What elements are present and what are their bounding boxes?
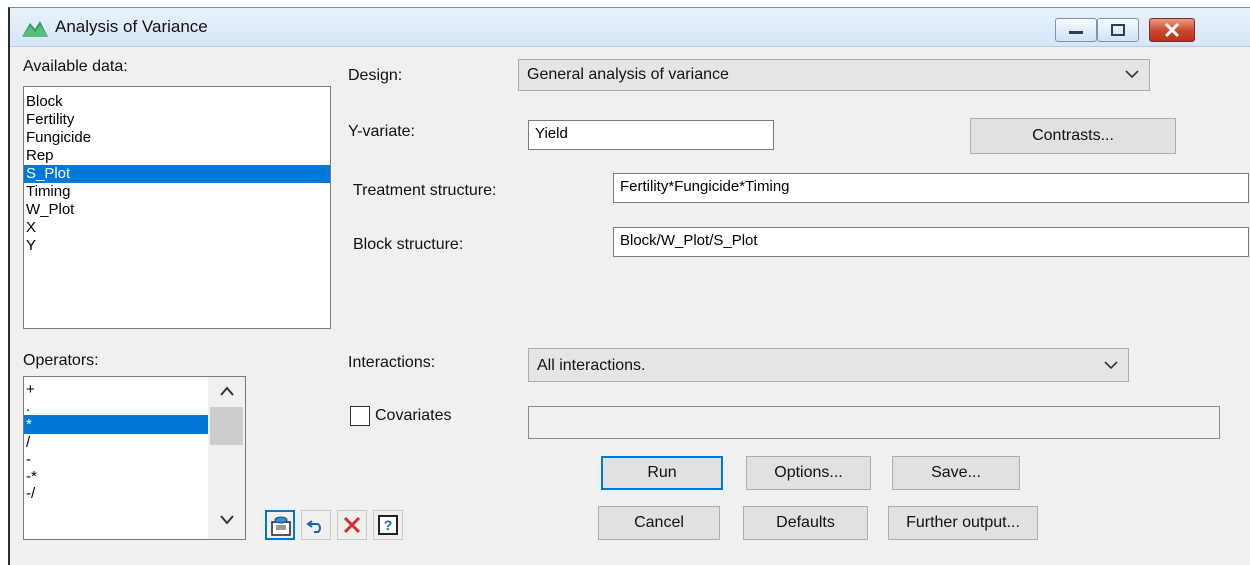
mountain-chart-icon — [22, 21, 48, 37]
maximize-icon — [1111, 24, 1125, 36]
minimize-button[interactable] — [1055, 18, 1097, 42]
list-item[interactable]: . — [24, 398, 208, 415]
covariates-checkbox[interactable] — [350, 406, 370, 426]
design-label: Design: — [348, 67, 403, 84]
available-data-list[interactable]: Block Fertility Fungicide Rep S_Plot Tim… — [23, 86, 331, 329]
design-dropdown[interactable]: General analysis of variance — [518, 59, 1150, 91]
save-to-list-button[interactable] — [265, 510, 295, 540]
run-button[interactable]: Run — [601, 456, 723, 490]
defaults-button[interactable]: Defaults — [743, 506, 868, 540]
close-icon — [1164, 22, 1180, 38]
scroll-down-icon[interactable] — [219, 513, 235, 525]
svg-text:?: ? — [384, 517, 393, 533]
list-item[interactable]: Timing — [24, 183, 330, 201]
window-title: Analysis of Variance — [55, 17, 208, 36]
list-item[interactable]: + — [24, 381, 208, 398]
further-output-button[interactable]: Further output... — [888, 506, 1038, 540]
cancel-button[interactable]: Cancel — [598, 506, 720, 540]
minimize-icon — [1069, 31, 1083, 34]
covariates-field[interactable] — [528, 406, 1220, 439]
y-variate-field[interactable]: Yield — [528, 120, 774, 150]
list-item[interactable]: Block — [24, 93, 330, 111]
design-dropdown-value: General analysis of variance — [527, 66, 729, 83]
list-item[interactable]: X — [24, 219, 330, 237]
list-item[interactable]: Rep — [24, 147, 330, 165]
save-to-list-icon — [271, 516, 291, 536]
clear-icon — [343, 516, 361, 534]
list-item-selected[interactable]: S_Plot — [24, 165, 330, 183]
analysis-of-variance-dialog: Analysis of Variance Available data: Blo… — [8, 7, 1250, 565]
y-variate-label: Y-variate: — [348, 123, 415, 140]
clear-button[interactable] — [337, 510, 367, 540]
list-item[interactable]: Fertility — [24, 111, 330, 129]
covariates-label: Covariates — [375, 407, 452, 424]
operators-scrollbar[interactable] — [208, 377, 245, 539]
contrasts-button[interactable]: Contrasts... — [970, 118, 1176, 154]
undo-icon — [306, 520, 321, 533]
help-icon: ? — [378, 515, 398, 535]
block-structure-label: Block structure: — [353, 236, 464, 253]
treatment-structure-label: Treatment structure: — [353, 182, 497, 199]
list-item[interactable]: -* — [24, 468, 208, 485]
available-data-label: Available data: — [23, 58, 128, 75]
interactions-label: Interactions: — [348, 354, 436, 371]
list-item[interactable]: W_Plot — [24, 201, 330, 219]
list-item[interactable]: Fungicide — [24, 129, 330, 147]
title-bar[interactable]: Analysis of Variance — [10, 8, 1250, 47]
undo-button[interactable] — [301, 510, 331, 540]
maximize-button[interactable] — [1097, 18, 1139, 42]
chevron-down-icon — [1125, 70, 1139, 79]
scroll-up-icon[interactable] — [219, 385, 235, 397]
help-button[interactable]: ? — [373, 510, 403, 540]
block-structure-field[interactable]: Block/W_Plot/S_Plot — [613, 227, 1249, 257]
interactions-dropdown[interactable]: All interactions. — [528, 348, 1129, 382]
operators-list[interactable]: + . * / - -* -/ — [23, 376, 246, 540]
scrollbar-thumb[interactable] — [210, 407, 243, 445]
list-item[interactable]: / — [24, 434, 208, 451]
save-button[interactable]: Save... — [892, 456, 1020, 490]
chevron-down-icon — [1104, 361, 1118, 370]
list-item[interactable]: Y — [24, 237, 330, 255]
list-item[interactable]: -/ — [24, 485, 208, 502]
list-item[interactable]: - — [24, 451, 208, 468]
operators-label: Operators: — [23, 352, 99, 369]
interactions-dropdown-value: All interactions. — [537, 357, 646, 374]
options-button[interactable]: Options... — [746, 456, 871, 490]
close-button[interactable] — [1149, 18, 1195, 42]
list-item-selected[interactable]: * — [24, 415, 208, 434]
treatment-structure-field[interactable]: Fertility*Fungicide*Timing — [613, 173, 1249, 203]
